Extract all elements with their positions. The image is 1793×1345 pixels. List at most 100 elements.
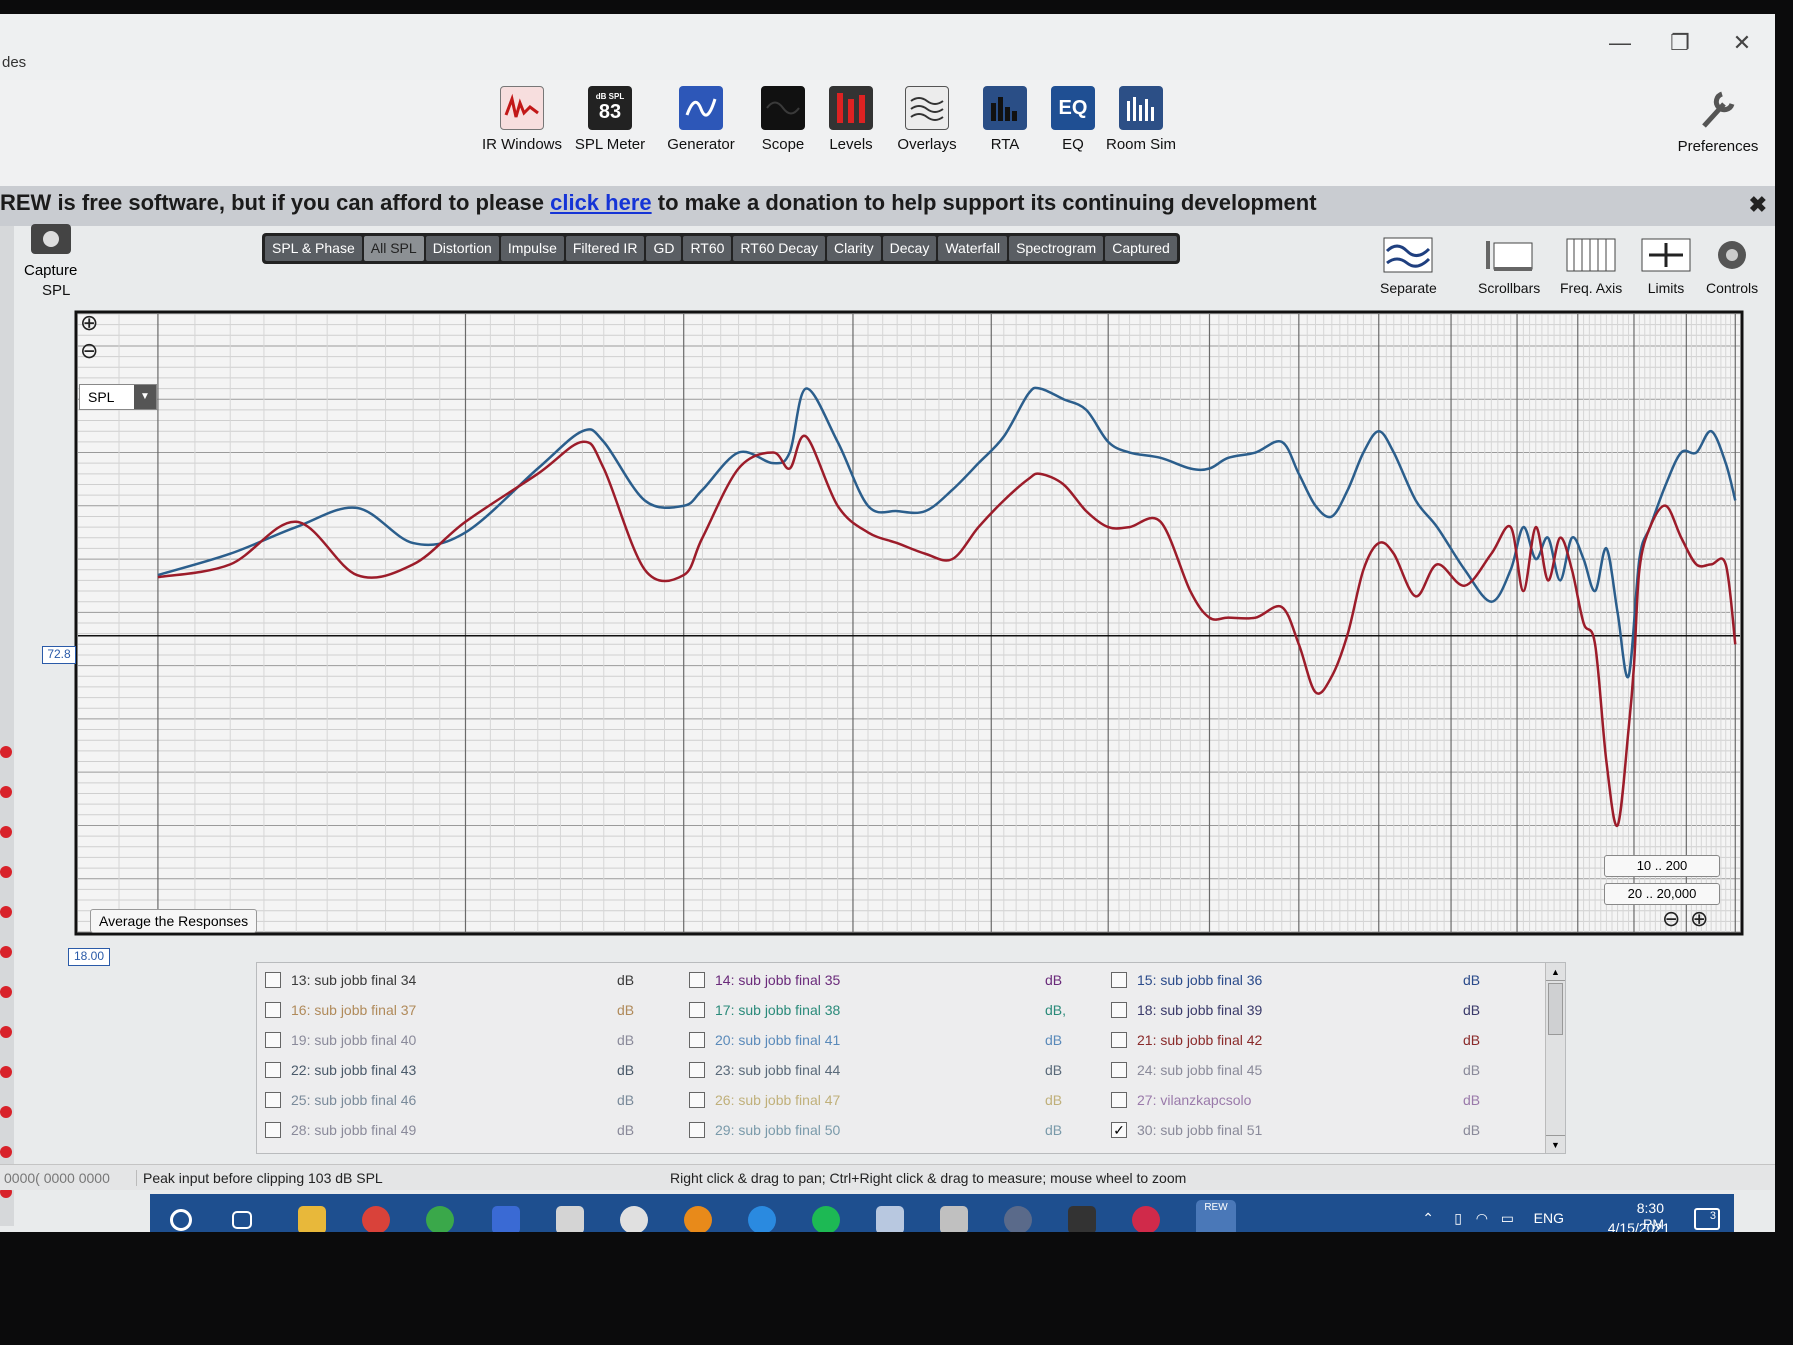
task-view-icon[interactable] — [232, 1211, 252, 1229]
trace-checkbox[interactable] — [1111, 1092, 1127, 1108]
range-10-200-button[interactable]: 10 .. 200 — [1604, 855, 1720, 877]
tab-all-spl[interactable]: All SPL — [363, 236, 424, 261]
trace-remove-icon[interactable] — [0, 906, 12, 918]
tray-chevron-icon[interactable]: ⌃ — [1422, 1210, 1434, 1227]
language-indicator[interactable]: ENG — [1534, 1210, 1564, 1226]
rew-taskbar-icon[interactable]: REW — [1196, 1200, 1236, 1232]
tab-spectrogram[interactable]: Spectrogram — [1009, 236, 1104, 261]
trace-row[interactable]: 13: sub jobb final 34 dB — [265, 967, 675, 993]
trace-row[interactable]: 17: sub jobb final 38 dB, — [689, 997, 1099, 1023]
trace-row[interactable]: 21: sub jobb final 42 dB — [1111, 1027, 1521, 1053]
trace-row[interactable]: 16: sub jobb final 37 dB — [265, 997, 675, 1023]
tab-captured[interactable]: Captured — [1105, 236, 1177, 261]
range-20-20000-button[interactable]: 20 .. 20,000 — [1604, 883, 1720, 905]
tab-distortion[interactable]: Distortion — [425, 236, 499, 261]
trace-remove-icon[interactable] — [0, 866, 12, 878]
trace-row[interactable]: 29: sub jobb final 50 dB — [689, 1117, 1099, 1143]
internet-explorer-icon[interactable] — [748, 1206, 776, 1232]
trace-checkbox[interactable] — [265, 972, 281, 988]
trace-remove-icon[interactable] — [0, 746, 12, 758]
trace-checkbox[interactable] — [689, 1062, 705, 1078]
chevron-down-icon[interactable]: ▼ — [134, 385, 156, 409]
close-button[interactable]: ✕ — [1722, 30, 1762, 56]
average-responses-button[interactable]: Average the Responses — [90, 909, 258, 933]
trace-checkbox[interactable] — [1111, 1002, 1127, 1018]
media-player-icon[interactable] — [684, 1206, 712, 1232]
terminal-icon[interactable] — [1068, 1206, 1096, 1232]
trace-remove-icon[interactable] — [0, 1146, 12, 1158]
trace-row[interactable]: 23: sub jobb final 44 dB — [689, 1057, 1099, 1083]
tool-app-icon[interactable] — [940, 1206, 968, 1232]
tab-waterfall[interactable]: Waterfall — [938, 236, 1008, 261]
trace-row[interactable]: 19: sub jobb final 40 dB — [265, 1027, 675, 1053]
security-icon[interactable] — [1004, 1206, 1032, 1232]
spl-chart-svg[interactable]: 4550556065707580859095100 20304050607080… — [45, 306, 1760, 959]
trace-remove-icon[interactable] — [0, 1106, 12, 1118]
tray-device-icon[interactable]: ▯ — [1454, 1210, 1462, 1227]
scroll-up-icon[interactable]: ▲ — [1546, 963, 1565, 981]
restore-button[interactable]: ❐ — [1660, 30, 1700, 56]
trace-row[interactable]: 15: sub jobb final 36 dB — [1111, 967, 1521, 993]
trace-checkbox[interactable]: ✓ — [1111, 1122, 1127, 1138]
trace-remove-icon[interactable] — [0, 1026, 12, 1038]
tab-spl-phase[interactable]: SPL & Phase — [265, 236, 362, 261]
start-search-icon[interactable] — [170, 1209, 192, 1231]
trace-list-scrollbar[interactable]: ▲ ▼ — [1545, 963, 1565, 1153]
capture-button[interactable]: Capture — [24, 224, 77, 279]
cd-app-icon[interactable] — [620, 1206, 648, 1232]
trace-row[interactable]: ✓ 30: sub jobb final 51 dB — [1111, 1117, 1521, 1143]
trace-checkbox[interactable] — [265, 1122, 281, 1138]
battery-icon[interactable]: ▭ — [1501, 1210, 1514, 1227]
donate-link[interactable]: click here — [550, 190, 652, 215]
tab-gd[interactable]: GD — [646, 236, 682, 261]
spotify-icon[interactable] — [812, 1206, 840, 1232]
tool-room-sim[interactable]: Room Sim — [1096, 86, 1186, 153]
trace-checkbox[interactable] — [265, 1062, 281, 1078]
scroll-down-icon[interactable]: ▼ — [1546, 1135, 1565, 1153]
scrollbars-button[interactable]: Scrollbars — [1478, 236, 1540, 296]
wifi-icon[interactable]: ◠ — [1476, 1210, 1488, 1227]
zoom-in-x-button[interactable]: ⊕ — [1690, 906, 1708, 932]
file-explorer-icon[interactable] — [298, 1206, 326, 1232]
clock-date[interactable]: 4/15/2021 — [1608, 1220, 1670, 1232]
tab-clarity[interactable]: Clarity — [826, 236, 881, 261]
trace-checkbox[interactable] — [265, 1092, 281, 1108]
trace-remove-icon[interactable] — [0, 946, 12, 958]
zoom-in-y-button[interactable]: ⊕ — [80, 310, 98, 336]
freq-axis-button[interactable]: Freq. Axis — [1560, 236, 1622, 296]
scroll-thumb[interactable] — [1548, 983, 1563, 1035]
limits-button[interactable]: Limits — [1641, 236, 1691, 296]
x-start-box[interactable]: 18.00 — [68, 948, 110, 966]
calculator-icon[interactable] — [876, 1206, 904, 1232]
tab-rt60[interactable]: RT60 — [683, 236, 732, 261]
trace-row[interactable]: 14: sub jobb final 35 dB — [689, 967, 1099, 993]
spl-chart[interactable]: 4550556065707580859095100 20304050607080… — [42, 306, 1760, 966]
trace-checkbox[interactable] — [689, 972, 705, 988]
trace-row[interactable]: 28: sub jobb final 49 dB — [265, 1117, 675, 1143]
trace-checkbox[interactable] — [689, 1002, 705, 1018]
trace-row[interactable]: 22: sub jobb final 43 dB — [265, 1057, 675, 1083]
tool-spl-meter[interactable]: dB SPL 83 SPL Meter — [565, 86, 655, 153]
store-icon[interactable] — [556, 1206, 584, 1232]
trace-checkbox[interactable] — [265, 1002, 281, 1018]
raspberry-icon[interactable] — [1132, 1206, 1160, 1232]
tool-ir-windows[interactable]: IR Windows — [477, 86, 567, 153]
tab-impulse[interactable]: Impulse — [500, 236, 564, 261]
minimize-button[interactable]: — — [1600, 30, 1640, 56]
tab-decay[interactable]: Decay — [882, 236, 937, 261]
trace-checkbox[interactable] — [689, 1092, 705, 1108]
trace-checkbox[interactable] — [689, 1032, 705, 1048]
tool-overlays[interactable]: Overlays — [882, 86, 972, 153]
chrome-alt-icon[interactable] — [426, 1206, 454, 1232]
trace-checkbox[interactable] — [1111, 1032, 1127, 1048]
trace-checkbox[interactable] — [689, 1122, 705, 1138]
separate-button[interactable]: Separate — [1380, 236, 1437, 296]
trace-checkbox[interactable] — [265, 1032, 281, 1048]
close-banner-button[interactable]: ✖ — [1749, 192, 1767, 218]
trace-row[interactable]: 18: sub jobb final 39 dB — [1111, 997, 1521, 1023]
trace-row[interactable]: 24: sub jobb final 45 dB — [1111, 1057, 1521, 1083]
trace-row[interactable]: 26: sub jobb final 47 dB — [689, 1087, 1099, 1113]
spl-select[interactable]: SPL ▼ — [79, 384, 157, 410]
notification-center-icon[interactable]: 3 — [1694, 1208, 1720, 1230]
tab-filtered-ir[interactable]: Filtered IR — [565, 236, 645, 261]
